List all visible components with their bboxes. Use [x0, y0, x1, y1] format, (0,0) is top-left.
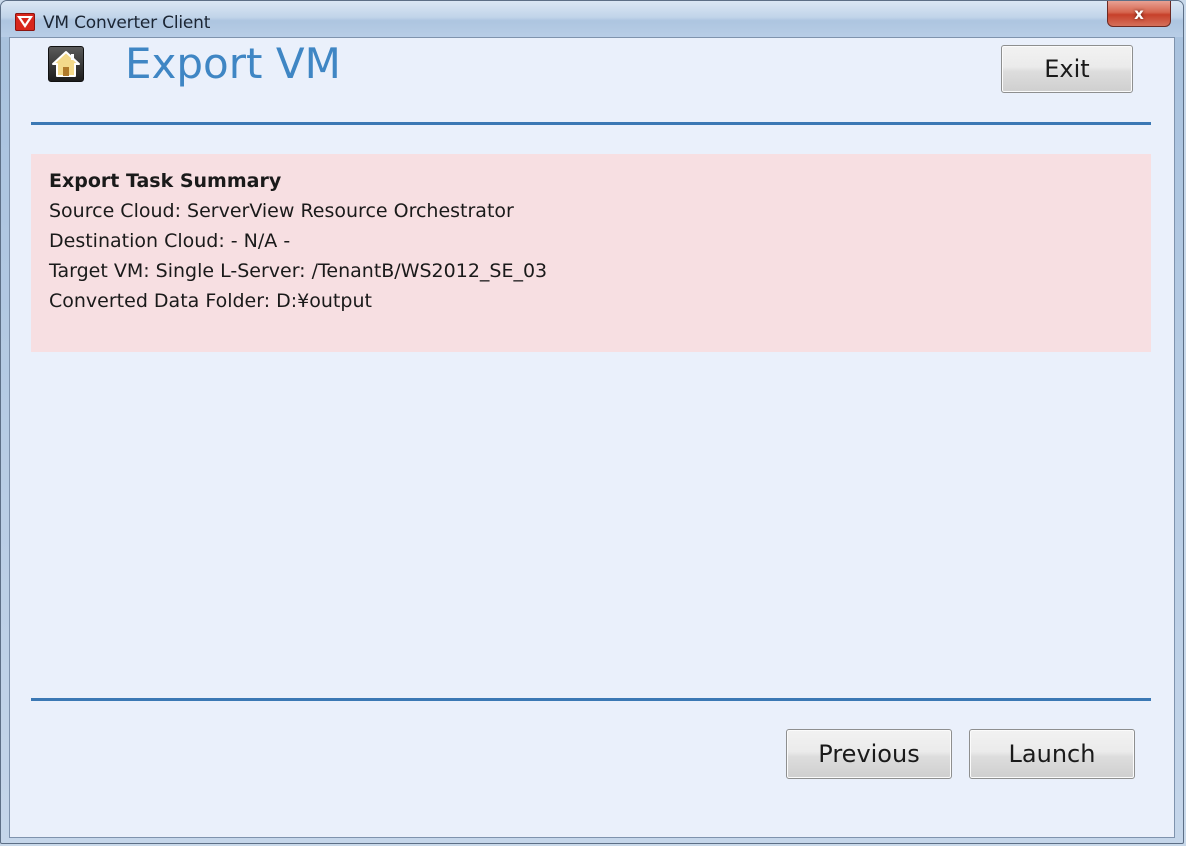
title-bar[interactable]: VM Converter Client x [1, 1, 1183, 37]
launch-button[interactable]: Launch [969, 729, 1135, 779]
header-divider [31, 122, 1151, 125]
summary-target-vm: Target VM: Single L-Server: /TenantB/WS2… [49, 260, 548, 282]
footer-divider [31, 698, 1151, 701]
window-title: VM Converter Client [43, 13, 211, 33]
home-icon[interactable] [48, 46, 84, 82]
previous-button[interactable]: Previous [786, 729, 952, 779]
close-button[interactable]: x [1107, 1, 1171, 27]
export-task-summary-panel: Export Task Summary Source Cloud: Server… [31, 154, 1151, 352]
vm-converter-app-icon [15, 13, 35, 31]
close-icon: x [1134, 4, 1144, 23]
summary-source-cloud: Source Cloud: ServerView Resource Orches… [49, 200, 514, 222]
app-window: VM Converter Client x Export VM Exit Exp… [0, 0, 1184, 844]
page-title: Export VM [125, 39, 341, 88]
summary-destination-cloud: Destination Cloud: - N/A - [49, 230, 291, 252]
exit-button[interactable]: Exit [1001, 45, 1133, 93]
resize-grip[interactable] [1169, 829, 1183, 843]
summary-converted-data-folder: Converted Data Folder: D:¥output [49, 290, 372, 312]
summary-heading: Export Task Summary [49, 170, 282, 192]
